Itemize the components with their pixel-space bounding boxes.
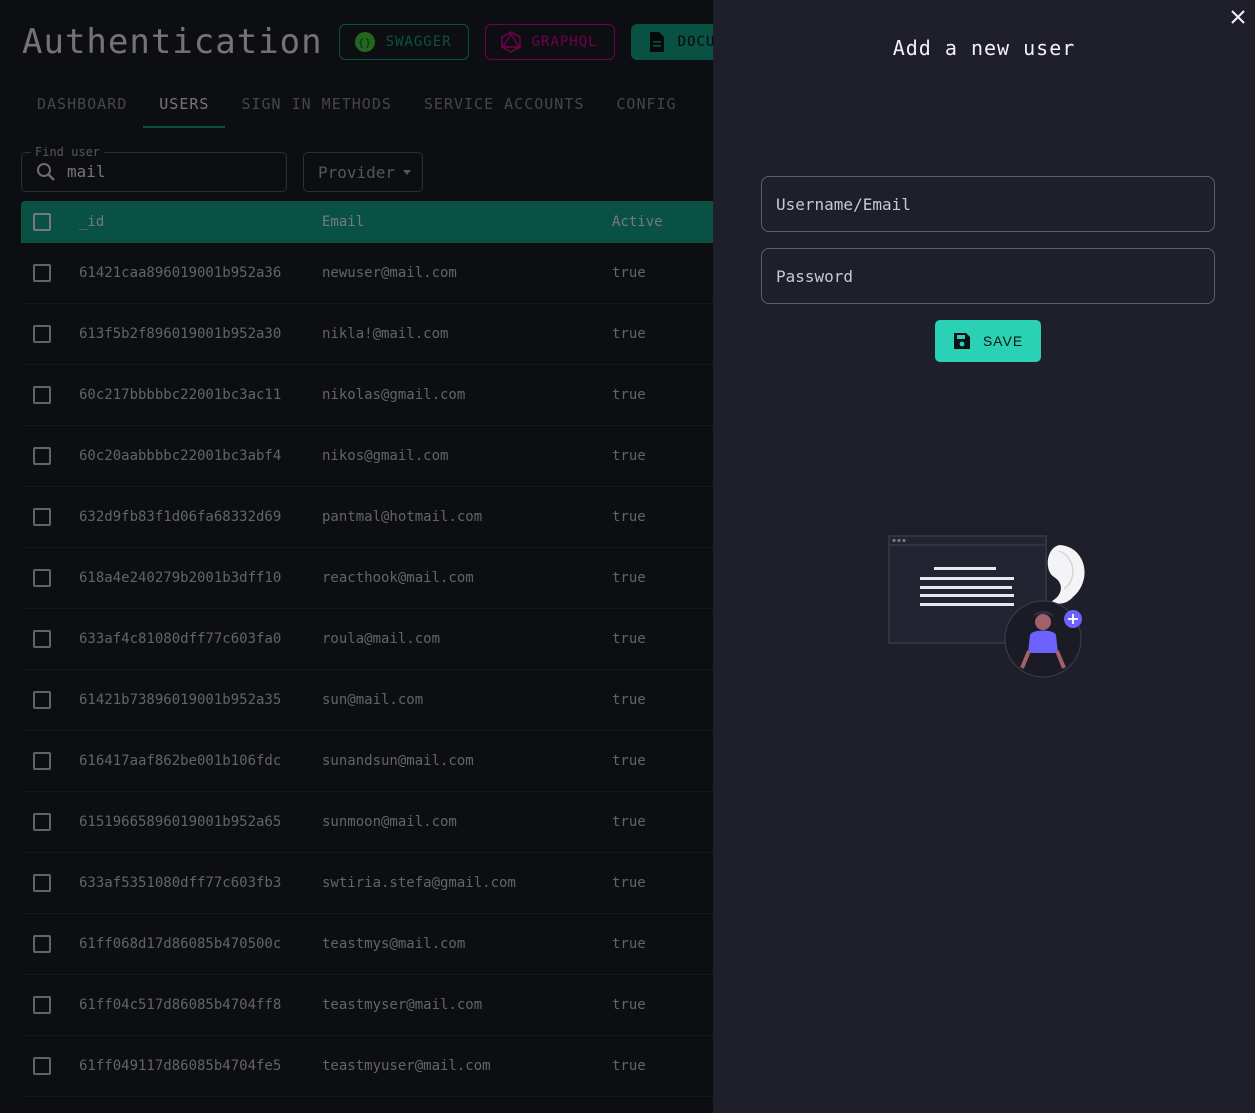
- save-label: SAVE: [982, 333, 1024, 349]
- password-input[interactable]: [762, 249, 1214, 303]
- drawer-title: Add a new user: [892, 36, 1076, 60]
- add-user-illustration: [888, 535, 1090, 680]
- save-icon: [953, 332, 971, 350]
- close-icon[interactable]: [1229, 8, 1247, 26]
- username-field: [761, 176, 1215, 232]
- username-input[interactable]: [762, 177, 1214, 231]
- save-button[interactable]: SAVE: [935, 320, 1041, 362]
- add-user-drawer: Add a new user SAVE: [713, 0, 1255, 1113]
- password-field: [761, 248, 1215, 304]
